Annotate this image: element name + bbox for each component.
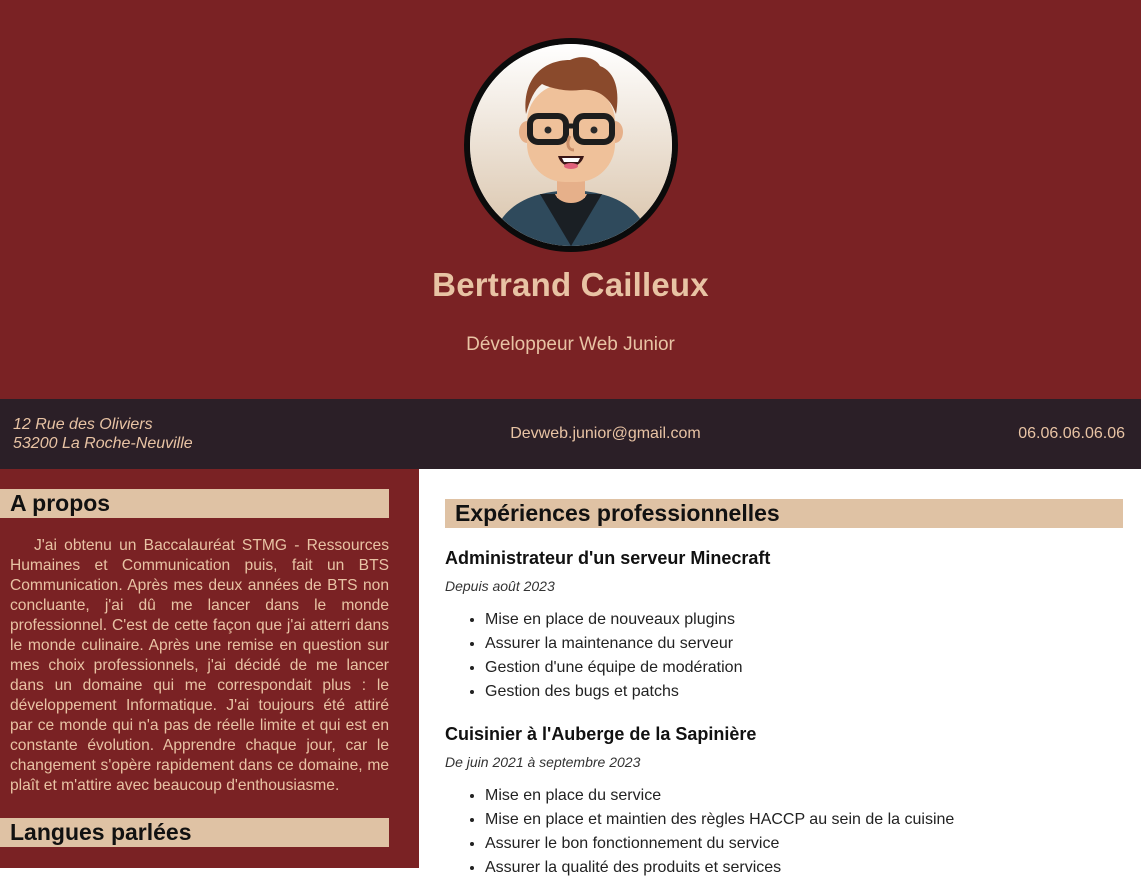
task-list: Mise en place de nouveaux plugins Assure… [445,608,1123,704]
task-list: Mise en place du service Mise en place e… [445,784,1123,880]
job-dates: Depuis août 2023 [445,578,555,594]
job-title: Cuisinier à l'Auberge de la Sapinière [445,724,757,744]
right-column: Expériences professionnelles Administrat… [419,469,1141,876]
address-line-2: 53200 La Roche-Neuville [13,435,193,452]
job-entry: Administrateur d'un serveur Minecraft De… [445,548,1123,704]
hero-header: Bertrand Cailleux Développeur Web Junior [0,0,1141,399]
list-item: Assurer le bon fonctionnement du service [485,832,1123,856]
page-title: Bertrand Cailleux [432,266,709,303]
list-item: Assurer la maintenance du serveur [485,632,1123,656]
address-line-1: 12 Rue des Oliviers [13,416,153,433]
experience-heading: Expériences professionnelles [445,499,1123,528]
main-content: A propos J'ai obtenu un Baccalauréat STM… [0,469,1141,876]
avatar-illustration [469,44,672,246]
languages-heading: Langues parlées [0,818,389,847]
list-item: Assurer la qualité des produits et servi… [485,856,1123,880]
about-heading: A propos [0,489,389,518]
list-item: Mise en place de nouveaux plugins [485,608,1123,632]
contact-bar: 12 Rue des Oliviers 53200 La Roche-Neuvi… [0,399,1141,469]
job-entry: Cuisinier à l'Auberge de la Sapinière De… [445,724,1123,880]
address: 12 Rue des Oliviers 53200 La Roche-Neuvi… [13,415,193,453]
avatar-frame [463,38,678,252]
list-item: Mise en place du service [485,784,1123,808]
list-item: Gestion des bugs et patchs [485,680,1123,704]
about-text: J'ai obtenu un Baccalauréat STMG - Resso… [10,537,389,794]
list-item: Gestion d'une équipe de modération [485,656,1123,680]
avatar [467,42,674,248]
job-dates: De juin 2021 à septembre 2023 [445,754,641,770]
job-title: Administrateur d'un serveur Minecraft [445,548,771,568]
phone-number[interactable]: 06.06.06.06.06 [1018,425,1125,443]
job-role: Développeur Web Junior [466,334,675,355]
left-column: A propos J'ai obtenu un Baccalauréat STM… [0,469,419,868]
list-item: Mise en place et maintien des règles HAC… [485,808,1123,832]
email-link[interactable]: Devweb.junior@gmail.com [510,425,701,443]
